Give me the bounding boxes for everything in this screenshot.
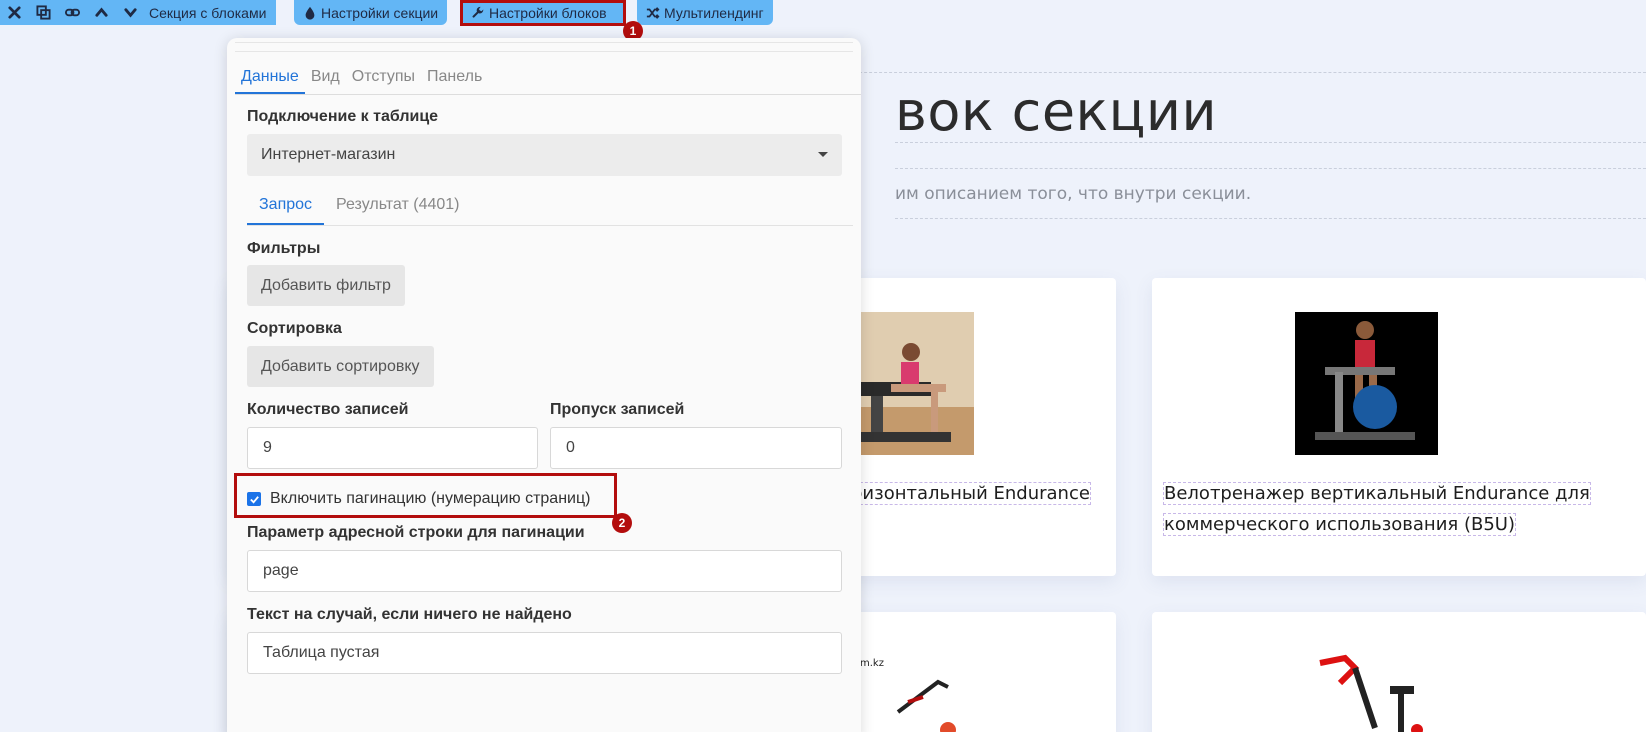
tab-data[interactable]: Данные [235,68,305,94]
product-image: m.kz [848,652,968,732]
section-subtitle: им описанием того, что внутри секции. [895,184,1252,204]
link-icon[interactable] [58,0,87,25]
product-image [1295,648,1438,732]
add-sorting-button[interactable]: Добавить сортировку [247,346,434,387]
section-title: вок секции [895,80,1218,143]
tab-panel[interactable]: Панель [421,68,488,94]
section-name-label: Секция с блоками [149,4,267,21]
drop-icon [305,6,315,20]
filters-label: Фильтры [247,240,321,257]
records-skip-value: 0 [566,439,575,456]
copy-icon[interactable] [29,0,58,25]
section-toolbar-group: Секция с блоками [0,0,277,25]
records-skip-input[interactable]: 0 [550,427,842,469]
tab-query[interactable]: Запрос [247,196,325,225]
pagination-param-label: Параметр адресной строки для пагинации [247,524,585,541]
product-title[interactable]: ризонтальный Endurance [850,478,1091,509]
panel-tabs: Данные Вид Отступы Панель [235,60,861,95]
records-count-value: 9 [263,439,272,456]
block-settings-panel: Данные Вид Отступы Панель Подключение к … [227,38,861,732]
step-badge: 2 [612,513,632,533]
svg-text:m.kz: m.kz [860,658,884,669]
multilanding-button[interactable]: Мультилендинг [637,0,773,25]
section-toolbar: Секция с блоками [0,0,277,25]
empty-text-input[interactable]: Таблица пустая [247,632,842,674]
highlight-frame [234,473,617,518]
pagination-param-value: page [263,562,299,579]
empty-text-value: Таблица пустая [263,644,380,661]
caret-down-icon [818,152,828,157]
query-subtabs: Запрос Результат (4401) [247,188,853,226]
highlight-frame [460,0,626,26]
product-image [1295,312,1438,455]
records-skip-label: Пропуск записей [550,401,685,418]
section-settings-button[interactable]: Настройки секции [294,0,448,25]
shuffle-icon [646,6,660,19]
chevron-down-icon[interactable] [116,0,145,25]
section-settings-label: Настройки секции [321,4,439,21]
table-connection-value: Интернет-магазин [261,146,396,163]
multilanding-label: Мультилендинг [664,4,764,21]
divider [895,218,1646,219]
sorting-label: Сортировка [247,320,342,337]
product-card[interactable] [1152,612,1646,732]
divider [895,168,1646,169]
tab-result[interactable]: Результат (4401) [324,196,471,225]
table-connection-label: Подключение к таблице [247,108,439,125]
close-icon[interactable] [0,0,29,25]
table-connection-select[interactable]: Интернет-магазин [247,134,842,176]
panel-drag-handle[interactable] [235,42,853,52]
add-filter-button[interactable]: Добавить фильтр [247,265,405,306]
pagination-param-input[interactable]: page [247,550,842,592]
records-count-label: Количество записей [247,401,409,418]
empty-text-label: Текст на случай, если ничего не найдено [247,606,572,623]
records-count-input[interactable]: 9 [247,427,538,469]
tab-margins[interactable]: Отступы [346,68,421,94]
product-card[interactable]: Велотренажер вертикальный Endurance для к… [1152,278,1646,576]
chevron-up-icon[interactable] [87,0,116,25]
product-title[interactable]: Велотренажер вертикальный Endurance для к… [1163,478,1591,540]
tab-view[interactable]: Вид [305,68,346,94]
